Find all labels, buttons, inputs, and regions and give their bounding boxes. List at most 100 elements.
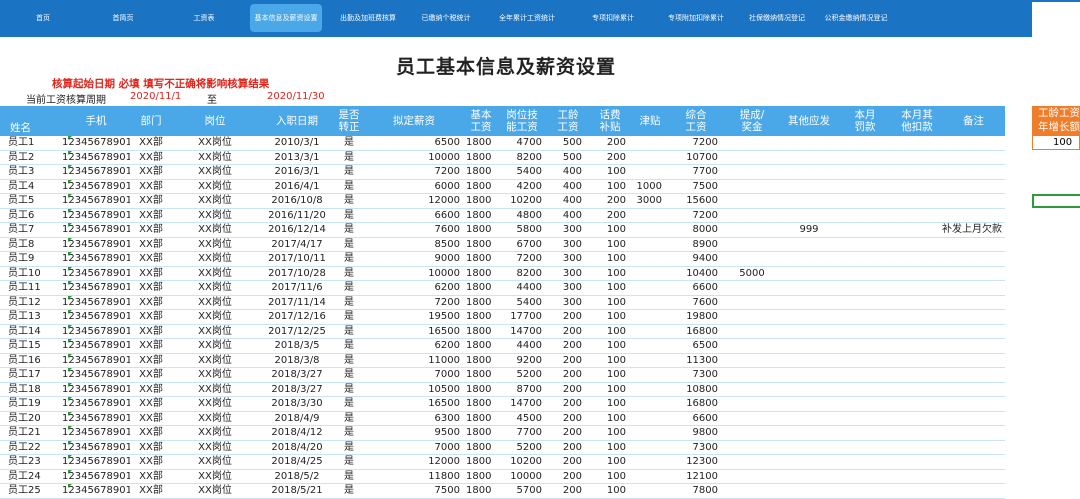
cell-fine[interactable]	[838, 165, 892, 179]
cell-allow[interactable]	[632, 151, 668, 165]
cell-seniority[interactable]: 500	[548, 151, 588, 165]
cell-dept[interactable]: XX部	[130, 310, 172, 324]
cell-allow[interactable]	[632, 238, 668, 252]
nav-tab-10[interactable]: 社保缴纳情况登记	[742, 4, 812, 32]
cell-name[interactable]: 员工17	[0, 368, 62, 382]
cell-dept[interactable]: XX部	[130, 180, 172, 194]
cell-fine[interactable]	[838, 151, 892, 165]
table-row[interactable]: 员工17 12345678901 XX部 XX岗位 2018/3/27 是 7000 1800…	[0, 368, 1005, 383]
cell-name[interactable]: 员工6	[0, 209, 62, 223]
cell-fine[interactable]	[838, 223, 892, 237]
cell-name[interactable]: 员工1	[0, 136, 62, 150]
table-row[interactable]: 员工11 12345678901 XX部 XX岗位 2017/11/6 是 6200 1800…	[0, 281, 1005, 296]
cell-other[interactable]	[780, 484, 838, 498]
cell-phone_sub[interactable]: 200	[588, 209, 632, 223]
cell-total[interactable]: 7200	[668, 136, 724, 150]
cell-allow[interactable]	[632, 397, 668, 411]
cell-skill[interactable]: 4400	[496, 281, 548, 295]
cell-phone[interactable]: 12345678901	[62, 267, 130, 281]
cell-phone_sub[interactable]: 100	[588, 397, 632, 411]
cell-seniority[interactable]: 300	[548, 252, 588, 266]
cell-allow[interactable]	[632, 383, 668, 397]
table-row[interactable]: 员工3 12345678901 XX部 XX岗位 2016/3/1 是 7200 1800 54…	[0, 165, 1005, 180]
cell-skill[interactable]: 10000	[496, 470, 548, 484]
cell-bonus[interactable]	[724, 354, 780, 368]
cell-deduct[interactable]	[892, 441, 942, 455]
cell-reg[interactable]: 是	[336, 165, 362, 179]
cell-sal[interactable]: 10000	[362, 267, 466, 281]
cell-bonus[interactable]	[724, 209, 780, 223]
cell-date[interactable]: 2018/3/8	[258, 354, 336, 368]
cell-name[interactable]: 员工9	[0, 252, 62, 266]
cell-sal[interactable]: 7200	[362, 165, 466, 179]
cell-date[interactable]: 2017/11/6	[258, 281, 336, 295]
nav-tab-9[interactable]: 专项附加扣除累计	[656, 4, 736, 32]
cell-dept[interactable]: XX部	[130, 426, 172, 440]
cell-allow[interactable]: 3000	[632, 194, 668, 208]
cell-name[interactable]: 员工7	[0, 223, 62, 237]
cell-base[interactable]: 1800	[466, 165, 496, 179]
cell-other[interactable]	[780, 281, 838, 295]
cell-skill[interactable]: 4700	[496, 136, 548, 150]
nav-tab-1[interactable]: 首页	[32, 4, 54, 32]
cell-date[interactable]: 2018/4/20	[258, 441, 336, 455]
cell-phone_sub[interactable]: 100	[588, 267, 632, 281]
cell-bonus[interactable]	[724, 194, 780, 208]
cell-other[interactable]: 999	[780, 223, 838, 237]
cell-deduct[interactable]	[892, 281, 942, 295]
nav-tab-8[interactable]: 专项扣除累计	[582, 4, 644, 32]
table-row[interactable]: 员工22 12345678901 XX部 XX岗位 2018/4/20 是 7000 1800…	[0, 440, 1005, 455]
nav-tab-6[interactable]: 已缴纳个税统计	[418, 4, 474, 32]
cell-deduct[interactable]	[892, 470, 942, 484]
table-row[interactable]: 员工10 12345678901 XX部 XX岗位 2017/10/28 是 10000 18…	[0, 266, 1005, 281]
cell-seniority[interactable]: 300	[548, 281, 588, 295]
cell-reg[interactable]: 是	[336, 470, 362, 484]
cell-pos[interactable]: XX岗位	[172, 426, 258, 440]
cell-note[interactable]	[942, 426, 1005, 440]
cell-pos[interactable]: XX岗位	[172, 484, 258, 498]
cell-seniority[interactable]: 200	[548, 455, 588, 469]
cell-sal[interactable]: 6300	[362, 412, 466, 426]
cell-pos[interactable]: XX岗位	[172, 397, 258, 411]
cell-dept[interactable]: XX部	[130, 194, 172, 208]
cell-bonus[interactable]	[724, 296, 780, 310]
cell-bonus[interactable]: 5000	[724, 267, 780, 281]
selected-cell[interactable]	[1032, 194, 1080, 208]
cell-base[interactable]: 1800	[466, 325, 496, 339]
cell-deduct[interactable]	[892, 223, 942, 237]
cell-dept[interactable]: XX部	[130, 484, 172, 498]
cell-name[interactable]: 员工10	[0, 267, 62, 281]
cell-phone_sub[interactable]: 100	[588, 484, 632, 498]
cell-base[interactable]: 1800	[466, 136, 496, 150]
cell-phone_sub[interactable]: 100	[588, 325, 632, 339]
cell-phone[interactable]: 12345678901	[62, 441, 130, 455]
cell-phone[interactable]: 12345678901	[62, 470, 130, 484]
cell-seniority[interactable]: 300	[548, 238, 588, 252]
table-row[interactable]: 员工14 12345678901 XX部 XX岗位 2017/12/25 是 16500 18…	[0, 324, 1005, 339]
cell-reg[interactable]: 是	[336, 267, 362, 281]
cell-date[interactable]: 2018/4/12	[258, 426, 336, 440]
cell-phone[interactable]: 12345678901	[62, 151, 130, 165]
nav-tab-5[interactable]: 出勤及加班费核算	[332, 4, 404, 32]
cell-skill[interactable]: 7200	[496, 252, 548, 266]
cell-name[interactable]: 员工15	[0, 339, 62, 353]
cell-total[interactable]: 16800	[668, 325, 724, 339]
cell-pos[interactable]: XX岗位	[172, 194, 258, 208]
cell-seniority[interactable]: 200	[548, 310, 588, 324]
cell-skill[interactable]: 14700	[496, 397, 548, 411]
cell-fine[interactable]	[838, 325, 892, 339]
cell-date[interactable]: 2017/12/16	[258, 310, 336, 324]
cell-date[interactable]: 2017/11/14	[258, 296, 336, 310]
cell-pos[interactable]: XX岗位	[172, 368, 258, 382]
cell-dept[interactable]: XX部	[130, 281, 172, 295]
cell-date[interactable]: 2016/4/1	[258, 180, 336, 194]
cell-deduct[interactable]	[892, 238, 942, 252]
cell-skill[interactable]: 14700	[496, 325, 548, 339]
cell-pos[interactable]: XX岗位	[172, 412, 258, 426]
cell-pos[interactable]: XX岗位	[172, 339, 258, 353]
cell-allow[interactable]	[632, 267, 668, 281]
cell-allow[interactable]	[632, 136, 668, 150]
cell-dept[interactable]: XX部	[130, 267, 172, 281]
cell-other[interactable]	[780, 354, 838, 368]
cell-bonus[interactable]	[724, 238, 780, 252]
